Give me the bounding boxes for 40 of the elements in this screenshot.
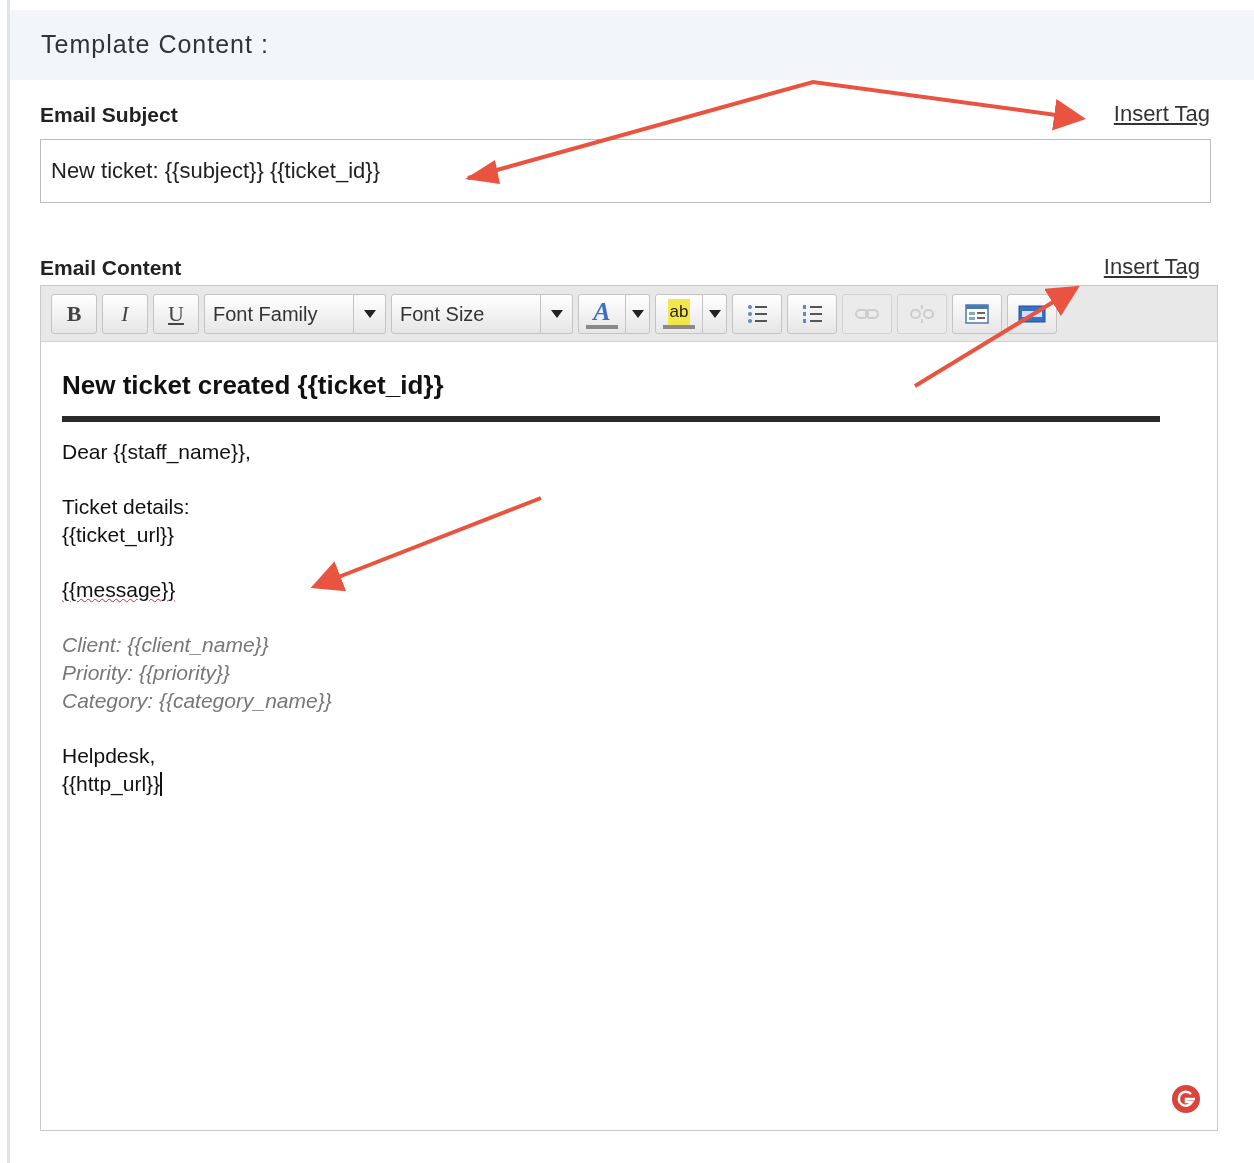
insert-tag-link[interactable]: Insert Tag xyxy=(1103,250,1200,283)
format-button[interactable]: B xyxy=(51,293,97,334)
field-label: Email Subject xyxy=(40,101,178,128)
format-button[interactable]: I xyxy=(102,293,148,334)
dropdown-arrow-button[interactable] xyxy=(354,293,386,334)
body-text: Dear {{staff_name}}, xyxy=(62,439,251,466)
body-text: Ticket details: xyxy=(62,494,190,521)
caret-icon xyxy=(708,309,721,318)
email-heading: New ticket created {{ticket_id}} xyxy=(62,369,445,402)
body-text: {{message}} xyxy=(62,577,176,604)
bullet-list-icon xyxy=(746,302,768,325)
body-text: Priority: {{priority}} xyxy=(62,660,231,687)
body-text: Category: {{category_name}} xyxy=(62,688,332,715)
link-icon xyxy=(855,306,879,321)
body-text: {{http_url}} xyxy=(62,771,161,798)
dropdown[interactable]: Font Size xyxy=(391,293,541,334)
caret-icon xyxy=(631,309,644,318)
numbered-list-icon xyxy=(801,302,823,325)
grammar-checker-icon xyxy=(1171,1084,1201,1114)
dropdown[interactable]: Font Family xyxy=(204,293,354,334)
toolbar-button[interactable] xyxy=(952,293,1002,334)
format-button[interactable]: U xyxy=(153,293,199,334)
subject-field[interactable]: New ticket: {{subject}} {{ticket_id}} xyxy=(40,139,1211,203)
caret-icon xyxy=(550,309,563,318)
toolbar-button[interactable] xyxy=(732,293,782,334)
body-text: Helpdesk, xyxy=(62,743,156,770)
field-label: Email Content xyxy=(40,254,182,281)
body-text: Client: {{client_name}} xyxy=(62,632,269,659)
broken-link-icon xyxy=(910,303,934,324)
body-text: {{ticket_url}} xyxy=(62,522,175,549)
highlight-button[interactable]: ab xyxy=(655,293,703,334)
dropdown-arrow-button[interactable] xyxy=(626,293,650,334)
dropdown-arrow-button[interactable] xyxy=(703,293,727,334)
table-icon xyxy=(965,303,989,324)
font-color-button[interactable]: A xyxy=(578,293,626,334)
dropdown-arrow-button[interactable] xyxy=(541,293,573,334)
caret-icon xyxy=(363,309,376,318)
insert-tag-link[interactable]: Insert Tag xyxy=(1113,97,1210,130)
toolbar-button[interactable] xyxy=(787,293,837,334)
section-title: Template Content : xyxy=(41,29,269,61)
